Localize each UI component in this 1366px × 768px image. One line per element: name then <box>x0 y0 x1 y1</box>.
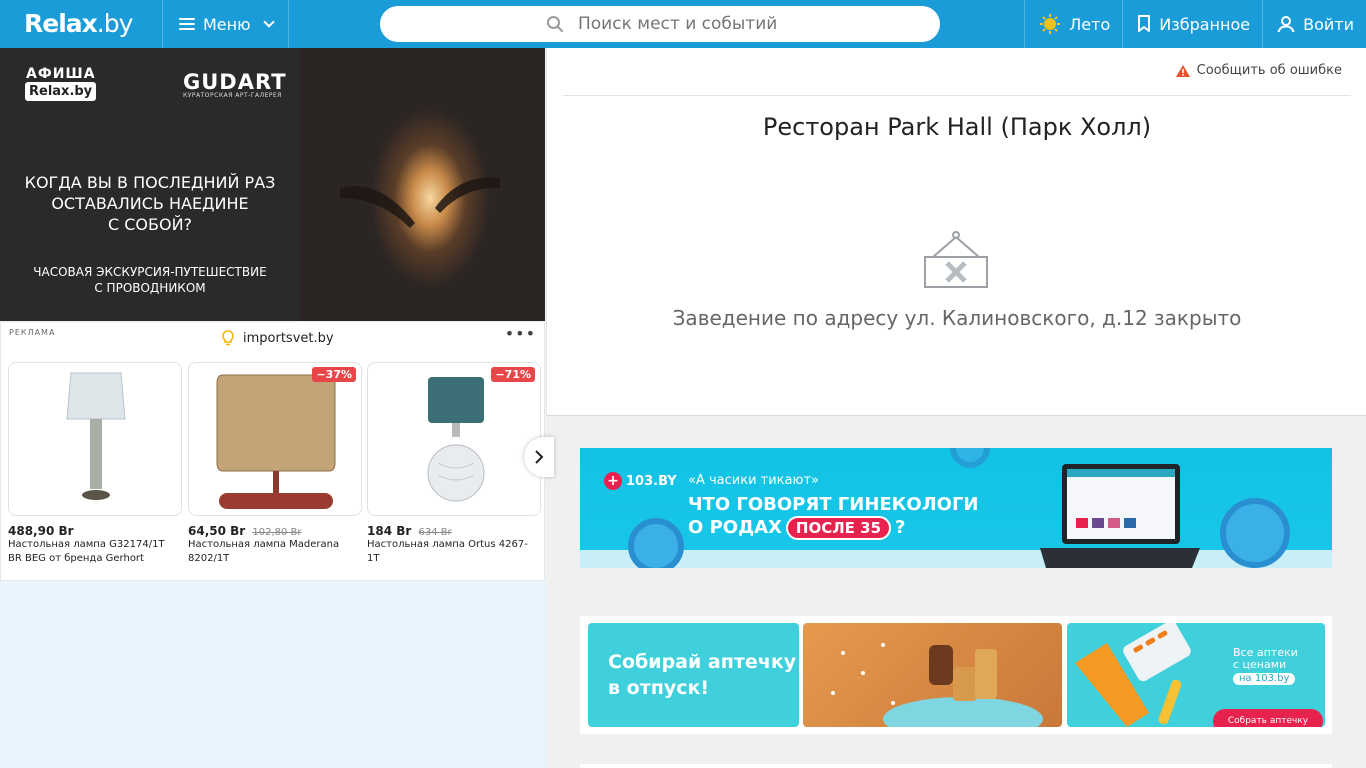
pills-illustration <box>1075 623 1191 727</box>
menu-label: Меню <box>203 14 251 34</box>
menu-button[interactable]: Меню <box>162 0 289 48</box>
season-label: Лето <box>1069 14 1111 34</box>
103by-logo: +103.BY <box>604 472 677 490</box>
ad-source-link[interactable]: importsvet.by <box>221 330 334 346</box>
promo-pill: ПОСЛЕ 35 <box>785 516 892 540</box>
more-options-icon[interactable]: ••• <box>505 324 536 343</box>
cosmetics-illustration <box>831 643 1043 727</box>
content-edge <box>580 764 1332 768</box>
discount-badge: −71% <box>491 367 535 382</box>
product-name[interactable]: Настольная лампа Maderana 8202/1T <box>188 538 358 566</box>
hands-illustration <box>340 177 500 228</box>
banner-title: КОГДА ВЫ В ПОСЛЕДНИЙ РАЗ ОСТАВАЛИСЬ НАЕД… <box>24 173 276 234</box>
alarm-clock-icon <box>628 518 684 568</box>
place-card: Сообщить об ошибке Ресторан Park Hall (П… <box>546 48 1366 416</box>
gudart-logo: GUDART <box>183 70 287 94</box>
chevron-right-icon <box>535 450 544 464</box>
pharmacy-promo-panel: Все аптеки с ценами на 103.by Собрать ап… <box>1067 623 1325 727</box>
product-card[interactable]: −71% <box>367 362 541 516</box>
warning-icon <box>1175 64 1190 77</box>
search-icon <box>547 16 563 32</box>
afisha-logo: АФИША <box>26 66 96 82</box>
table-lamp-image <box>427 377 485 502</box>
user-icon <box>1277 15 1295 33</box>
pharmacy-promo-text: Все аптеки с ценами на 103.by <box>1233 646 1298 685</box>
table-lamp-image <box>66 372 126 500</box>
alarm-clock-icon <box>1220 498 1290 568</box>
promo-banner-gynecology[interactable]: +103.BY «А часики тикают» ЧТО ГОВОРЯТ ГИ… <box>580 448 1332 568</box>
product-card[interactable]: −37% <box>188 362 362 516</box>
top-header: Relax.by Меню Лето Избранное Войти <box>0 0 1366 48</box>
cosmetics-photo <box>803 623 1062 727</box>
search-bar[interactable] <box>380 6 940 42</box>
gudart-subtitle: КУРАТОРСКАЯ АРТ-ГАЛЕРЕЯ <box>183 92 282 99</box>
sun-icon <box>1039 13 1061 35</box>
promo-headline-1: ЧТО ГОВОРЯТ ГИНЕКОЛОГИ <box>688 494 979 515</box>
medical-cross-icon: + <box>604 472 622 490</box>
product-price: 488,90 Br <box>8 524 74 538</box>
chevron-down-icon <box>262 15 275 28</box>
product-card[interactable] <box>8 362 182 516</box>
promo-headline-panel: Собирай аптечку в отпуск! <box>588 623 799 727</box>
product-name[interactable]: Настольная лампа G32174/1T BR BEG от бре… <box>8 538 178 566</box>
alarm-clock-icon <box>950 448 990 468</box>
collect-kit-button[interactable]: Собрать аптечку <box>1213 709 1323 727</box>
site-logo[interactable]: Relax.by <box>24 9 133 38</box>
favorites-button[interactable]: Избранное <box>1122 0 1262 48</box>
favorites-label: Избранное <box>1159 14 1251 34</box>
discount-badge: −37% <box>312 367 356 382</box>
bookmark-icon <box>1137 15 1151 33</box>
login-button[interactable]: Войти <box>1262 0 1366 48</box>
product-ad-block: РЕКЛАМА importsvet.by ••• 488,90 Br Наст… <box>0 321 554 581</box>
banner-subtitle: ЧАСОВАЯ ЭКСКУРСИЯ-ПУТЕШЕСТВИЕ С ПРОВОДНИ… <box>33 265 267 295</box>
closed-sign-icon <box>924 231 988 288</box>
promo-headline-2: О РОДАХ ПОСЛЕ 35? <box>688 516 906 540</box>
closed-message: Заведение по адресу ул. Калиновского, д.… <box>672 306 1242 330</box>
product-price: 184 Br 634 Br <box>367 524 452 538</box>
promo-tagline: «А часики тикают» <box>688 473 819 488</box>
laptop-image <box>1040 464 1200 568</box>
season-button[interactable]: Лето <box>1024 0 1122 48</box>
ad-label: РЕКЛАМА <box>9 328 56 337</box>
103by-badge: на 103.by <box>1233 673 1296 685</box>
afisha-badge: Relax.by <box>25 82 97 101</box>
table-lamp-image <box>216 374 336 509</box>
page-title: Ресторан Park Hall (Парк Холл) <box>762 113 1152 141</box>
divider <box>563 95 1351 96</box>
product-price: 64,50 Br 102,80 Br <box>188 524 302 538</box>
promo-banner-first-aid[interactable]: Собирай аптечку в отпуск! Все аптеки с ц… <box>580 616 1332 734</box>
hamburger-icon <box>179 18 195 30</box>
lightbulb-icon <box>222 330 234 346</box>
login-label: Войти <box>1303 14 1354 34</box>
search-input[interactable] <box>578 14 918 34</box>
afisha-banner[interactable]: АФИША Relax.by GUDART КУРАТОРСКАЯ АРТ-ГА… <box>0 48 545 321</box>
product-name[interactable]: Настольная лампа Ortus 4267-1T <box>367 538 537 566</box>
left-sidebar: АФИША Relax.by GUDART КУРАТОРСКАЯ АРТ-ГА… <box>0 48 554 768</box>
report-error-link[interactable]: Сообщить об ошибке <box>1175 63 1342 78</box>
